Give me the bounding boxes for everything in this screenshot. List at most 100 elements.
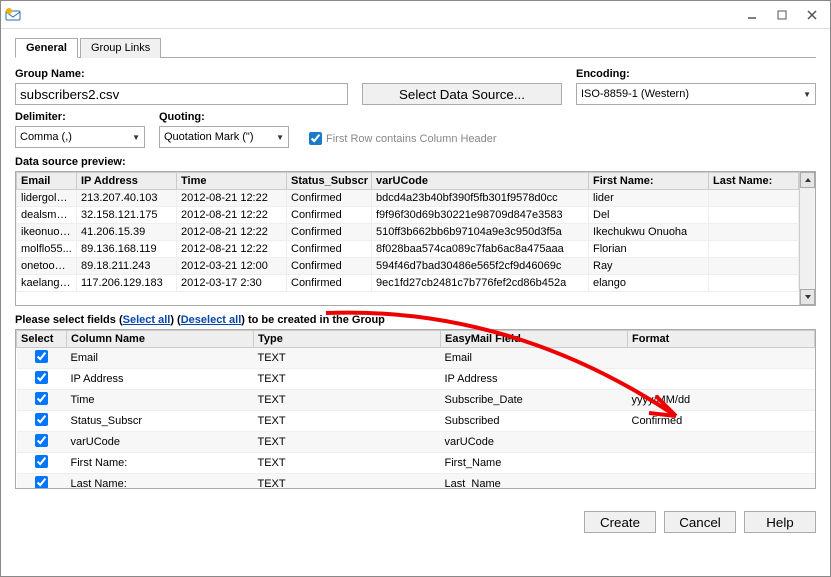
fields-cell [628, 453, 815, 474]
fields-cell: Subscribe_Date [441, 390, 628, 411]
preview-cell: kaelango... [17, 275, 77, 292]
preview-col-header[interactable]: Time [177, 173, 287, 190]
quoting-select[interactable]: Quotation Mark (") [159, 126, 289, 148]
preview-col-header[interactable]: Last Name: [709, 173, 799, 190]
table-row[interactable]: dealsmad...32.158.121.1752012-08-21 12:2… [17, 207, 799, 224]
fields-col-header[interactable]: Format [628, 331, 815, 348]
table-row[interactable]: onetoomo...89.18.211.2432012-03-21 12:00… [17, 258, 799, 275]
preview-cell: Ray [589, 258, 709, 275]
fields-cell: Status_Subscr [67, 411, 254, 432]
preview-cell: 510ff3b662bb6b97104a9e3c950d3f5a [372, 224, 589, 241]
fields-cell: Last Name: [67, 474, 254, 490]
tab-group-links[interactable]: Group Links [80, 38, 161, 58]
minimize-button[interactable] [738, 5, 766, 25]
preview-cell: 594f46d7bad30486e565f2cf9d46069c [372, 258, 589, 275]
maximize-button[interactable] [768, 5, 796, 25]
table-row[interactable]: Last Name:TEXTLast_Name [17, 474, 815, 490]
fields-col-header[interactable]: Column Name [67, 331, 254, 348]
preview-cell: lider [589, 190, 709, 207]
field-select-checkbox[interactable] [35, 455, 48, 468]
preview-col-header[interactable]: IP Address [77, 173, 177, 190]
cancel-button[interactable]: Cancel [664, 511, 736, 533]
first-row-header-label: First Row contains Column Header [326, 133, 497, 145]
preview-cell: 213.207.40.103 [77, 190, 177, 207]
table-row[interactable]: molflo55...89.136.168.1192012-08-21 12:2… [17, 241, 799, 258]
preview-cell: 9ec1fd27cb2481c7b776fef2cd86b452a [372, 275, 589, 292]
select-data-source-button[interactable]: Select Data Source... [362, 83, 562, 105]
preview-col-header[interactable]: Email [17, 173, 77, 190]
fields-cell: Last_Name [441, 474, 628, 490]
scroll-down-arrow[interactable] [800, 289, 815, 305]
preview-cell [709, 258, 799, 275]
encoding-select[interactable]: ISO-8859-1 (Western) [576, 83, 816, 105]
preview-cell: Florian [589, 241, 709, 258]
fields-cell: yyyy/MM/dd [628, 390, 815, 411]
fields-cell: TEXT [254, 348, 441, 369]
field-select-checkbox[interactable] [35, 350, 48, 363]
table-row[interactable]: TimeTEXTSubscribe_Dateyyyy/MM/dd [17, 390, 815, 411]
encoding-label: Encoding: [576, 68, 816, 80]
fields-cell: IP Address [441, 369, 628, 390]
close-button[interactable] [798, 5, 826, 25]
preview-cell: 2012-03-17 2:30 [177, 275, 287, 292]
fields-col-header[interactable]: Select [17, 331, 67, 348]
table-row[interactable]: kaelango...117.206.129.1832012-03-17 2:3… [17, 275, 799, 292]
table-row[interactable]: IP AddressTEXTIP Address [17, 369, 815, 390]
tab-general[interactable]: General [15, 38, 78, 58]
create-button[interactable]: Create [584, 511, 656, 533]
fields-cell: First_Name [441, 453, 628, 474]
fields-col-header[interactable]: Type [254, 331, 441, 348]
preview-cell: molflo55... [17, 241, 77, 258]
preview-table: EmailIP AddressTimeStatus_SubscrvarUCode… [15, 171, 816, 306]
quoting-label: Quoting: [159, 111, 289, 123]
preview-cell: Confirmed [287, 224, 372, 241]
field-select-checkbox[interactable] [35, 476, 48, 489]
table-row[interactable]: ikeonuoh...41.206.15.392012-08-21 12:22C… [17, 224, 799, 241]
preview-scrollbar[interactable] [799, 172, 815, 305]
table-row[interactable]: Status_SubscrTEXTSubscribedConfirmed [17, 411, 815, 432]
field-select-checkbox[interactable] [35, 413, 48, 426]
preview-cell [709, 190, 799, 207]
first-row-header-checkbox[interactable] [309, 132, 322, 145]
preview-cell [709, 224, 799, 241]
preview-cell: 2012-08-21 12:22 [177, 207, 287, 224]
preview-cell: 2012-03-21 12:00 [177, 258, 287, 275]
fields-cell: TEXT [254, 369, 441, 390]
fields-col-header[interactable]: EasyMail Field [441, 331, 628, 348]
preview-cell: Confirmed [287, 258, 372, 275]
delimiter-select[interactable]: Comma (,) [15, 126, 145, 148]
deselect-all-link[interactable]: Deselect all [181, 314, 242, 326]
select-all-link[interactable]: Select all [123, 314, 171, 326]
preview-cell: Ikechukwu Onuoha [589, 224, 709, 241]
fields-cell: varUCode [67, 432, 254, 453]
fields-cell: Confirmed [628, 411, 815, 432]
preview-col-header[interactable]: First Name: [589, 173, 709, 190]
preview-cell: 41.206.15.39 [77, 224, 177, 241]
field-select-checkbox[interactable] [35, 434, 48, 447]
table-row[interactable]: lidergold0...213.207.40.1032012-08-21 12… [17, 190, 799, 207]
preview-cell: 2012-08-21 12:22 [177, 224, 287, 241]
fields-cell: TEXT [254, 453, 441, 474]
help-button[interactable]: Help [744, 511, 816, 533]
select-fields-text: Please select fields (Select all) (Desel… [15, 314, 816, 326]
preview-cell: 32.158.121.175 [77, 207, 177, 224]
scroll-up-arrow[interactable] [800, 172, 815, 188]
table-row[interactable]: First Name:TEXTFirst_Name [17, 453, 815, 474]
field-select-checkbox[interactable] [35, 392, 48, 405]
field-select-checkbox[interactable] [35, 371, 48, 384]
preview-cell: 2012-08-21 12:22 [177, 190, 287, 207]
preview-col-header[interactable]: Status_Subscr [287, 173, 372, 190]
fields-cell: Email [67, 348, 254, 369]
title-bar [1, 1, 830, 29]
preview-cell: 89.18.211.243 [77, 258, 177, 275]
tab-bar: General Group Links [15, 37, 816, 58]
delimiter-label: Delimiter: [15, 111, 145, 123]
fields-cell: TEXT [254, 474, 441, 490]
preview-cell: onetoomo... [17, 258, 77, 275]
group-name-input[interactable] [15, 83, 348, 105]
table-row[interactable]: EmailTEXTEmail [17, 348, 815, 369]
fields-cell [628, 369, 815, 390]
preview-col-header[interactable]: varUCode [372, 173, 589, 190]
table-row[interactable]: varUCodeTEXTvarUCode [17, 432, 815, 453]
fields-cell [628, 348, 815, 369]
